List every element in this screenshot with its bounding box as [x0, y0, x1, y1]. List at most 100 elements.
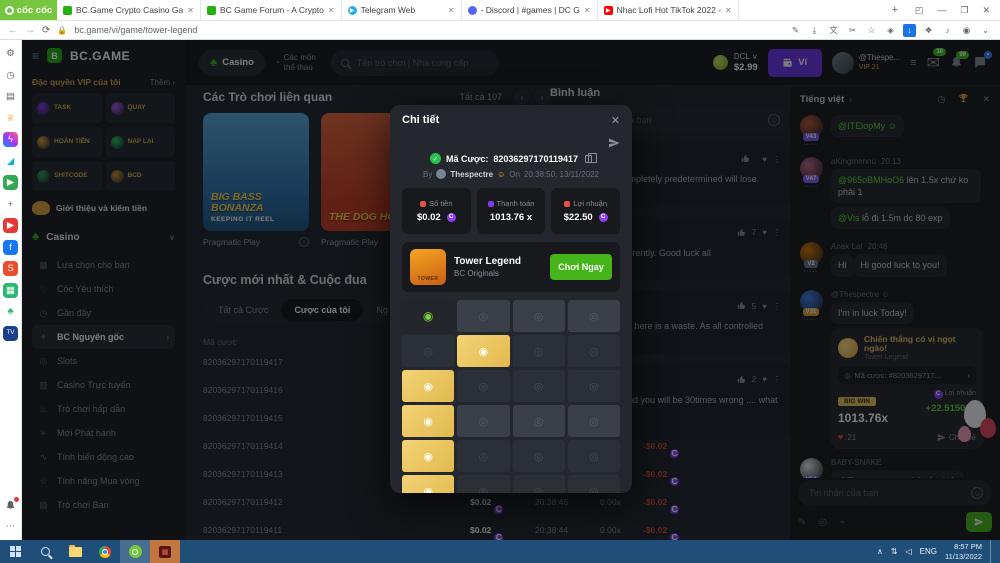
tab-close-icon[interactable]: ✕	[187, 6, 194, 15]
stat-thanh-toán: Thanh toán1013.76 x	[477, 188, 546, 234]
tower-tile[interactable]: ◎	[402, 335, 454, 367]
facebook-icon[interactable]: f	[3, 240, 18, 255]
bet-id-row: ✓ Mã Cược: 82036297170119417	[402, 153, 620, 164]
tower-tile[interactable]: ◎	[457, 370, 509, 402]
reading-list-icon[interactable]: ▤	[3, 89, 18, 104]
tower-tile[interactable]: ◎	[568, 475, 620, 493]
tower-tile[interactable]: ◎	[568, 335, 620, 367]
share-icon[interactable]	[608, 137, 620, 149]
tower-tile[interactable]: ◎	[513, 475, 565, 493]
coccoc-logo[interactable]: cốc cốc	[0, 0, 57, 20]
extension-icon[interactable]: ❖	[922, 24, 935, 37]
tower-tile[interactable]: ◎	[513, 370, 565, 402]
youtube-icon[interactable]: ▶	[3, 218, 18, 233]
download-active-icon[interactable]: ↓	[903, 24, 916, 37]
history-icon[interactable]: ◷	[3, 68, 18, 83]
play-now-button[interactable]: Chơi Ngay	[550, 254, 612, 280]
shield-icon[interactable]: ◈	[884, 24, 897, 37]
tower-tile[interactable]: ◎	[457, 440, 509, 472]
file-explorer[interactable]	[60, 540, 90, 563]
link-icon[interactable]: ✎	[789, 24, 802, 37]
tower-egg-tile[interactable]: ◉	[402, 300, 454, 332]
stat-label: Lợi nhuận	[573, 199, 607, 208]
volume-icon[interactable]: ◁	[906, 547, 912, 556]
clock[interactable]: 8:57 PM 11/13/2022	[945, 542, 982, 561]
taskbar-search[interactable]	[30, 540, 60, 563]
copy-icon[interactable]	[585, 155, 592, 163]
more-icon[interactable]: ⋯	[3, 519, 18, 534]
stat-label-row: Thanh toán	[488, 199, 535, 208]
player-name[interactable]: Thespectre	[450, 170, 493, 179]
tab-close-icon[interactable]: ✕	[725, 6, 732, 15]
coccoc-app[interactable]	[120, 540, 150, 563]
discord-favicon	[468, 6, 477, 15]
workspace-icon[interactable]: ◰	[915, 5, 924, 16]
vip-crown-icon[interactable]: ♕	[3, 111, 18, 126]
tower-tile[interactable]: ◎	[568, 405, 620, 437]
translate-icon[interactable]: 文	[827, 24, 840, 37]
active-app[interactable]: ▦	[150, 540, 180, 563]
tray-expand-icon[interactable]: ∧	[877, 547, 883, 556]
notes-icon[interactable]: ▦	[3, 283, 18, 298]
game-card: TOWER Tower Legend BC Originals Chơi Nga…	[402, 242, 620, 292]
tower-tile[interactable]: ◎	[457, 475, 509, 493]
notification-dot	[14, 497, 19, 502]
tab-close-icon[interactable]: ✕	[448, 6, 455, 15]
add-app-icon[interactable]: +	[3, 197, 18, 212]
lock-icon[interactable]: 🔒	[57, 26, 67, 35]
tower-picked-tile[interactable]: ◉	[402, 370, 454, 402]
close-icon[interactable]: ✕	[982, 5, 990, 16]
forward-icon[interactable]: →	[25, 25, 35, 36]
tower-tile[interactable]: ◎	[513, 440, 565, 472]
tower-picked-tile[interactable]: ◉	[402, 440, 454, 472]
stat-icon	[564, 201, 570, 207]
tower-picked-tile[interactable]: ◉	[402, 475, 454, 493]
browser-tab[interactable]: BC Game Forum - A Crypto✕	[201, 0, 342, 20]
browser-tab[interactable]: BC.Game Crypto Casino Ga✕	[57, 0, 201, 20]
new-tab-button[interactable]: +	[885, 0, 905, 20]
language-indicator[interactable]: ENG	[920, 547, 937, 556]
plant-icon[interactable]: ♣	[3, 304, 18, 319]
reload-icon[interactable]: ⟳	[42, 25, 50, 36]
browser-tab[interactable]: ▶Telegram Web✕	[342, 0, 462, 20]
tower-tile[interactable]: ◎	[513, 405, 565, 437]
maximize-icon[interactable]: ❐	[960, 5, 968, 16]
hn-tv-icon[interactable]: TV	[3, 326, 18, 341]
tower-tile[interactable]: ◎	[457, 405, 509, 437]
url-text[interactable]: bc.game/vi/game/tower-legend	[74, 25, 782, 35]
stat-value: $0.02C	[417, 212, 456, 223]
show-desktop[interactable]	[990, 540, 994, 563]
minimize-icon[interactable]: —	[937, 5, 946, 15]
tab-close-icon[interactable]: ✕	[328, 6, 335, 15]
tower-tile[interactable]: ◎	[513, 300, 565, 332]
browser-tab[interactable]: ▶Nhạc Lofi Hot TikTok 2022 -✕	[598, 0, 739, 20]
more-tools-icon[interactable]: ⌄	[979, 24, 992, 37]
profile-icon[interactable]: ◉	[960, 24, 973, 37]
game-thumbnail[interactable]: TOWER	[410, 249, 446, 285]
bet-details-modal: Chi tiết ✕ ✓ Mã Cược: 82036297170119417 …	[390, 105, 632, 493]
media-icon[interactable]: ♪	[941, 24, 954, 37]
tower-picked-tile[interactable]: ◉	[457, 335, 509, 367]
back-icon[interactable]: ←	[8, 25, 18, 36]
settings-icon[interactable]: ⚙	[3, 46, 18, 61]
modal-close-icon[interactable]: ✕	[611, 114, 620, 127]
game-center-icon[interactable]: ▶	[3, 175, 18, 190]
screenshot-icon[interactable]: ✂	[846, 24, 859, 37]
messenger-icon[interactable]: ϟ	[3, 132, 18, 147]
date: 11/13/2022	[945, 552, 982, 561]
tower-tile[interactable]: ◎	[568, 440, 620, 472]
tower-picked-tile[interactable]: ◉	[402, 405, 454, 437]
notifications-icon[interactable]	[3, 498, 18, 513]
tower-tile[interactable]: ◎	[513, 335, 565, 367]
tower-tile[interactable]: ◎	[568, 300, 620, 332]
tab-close-icon[interactable]: ✕	[584, 6, 591, 15]
download-tray-icon[interactable]: ⤓	[808, 24, 821, 37]
shop-icon[interactable]: S	[3, 261, 18, 276]
start-button[interactable]	[0, 540, 30, 563]
stats-chart-icon[interactable]: ◢	[3, 154, 18, 169]
tower-tile[interactable]: ◎	[568, 370, 620, 402]
chrome-app[interactable]	[90, 540, 120, 563]
tower-tile[interactable]: ◎	[457, 300, 509, 332]
browser-tab[interactable]: - Discord | #games | DC G✕	[462, 0, 598, 20]
star-icon[interactable]: ☆	[865, 24, 878, 37]
